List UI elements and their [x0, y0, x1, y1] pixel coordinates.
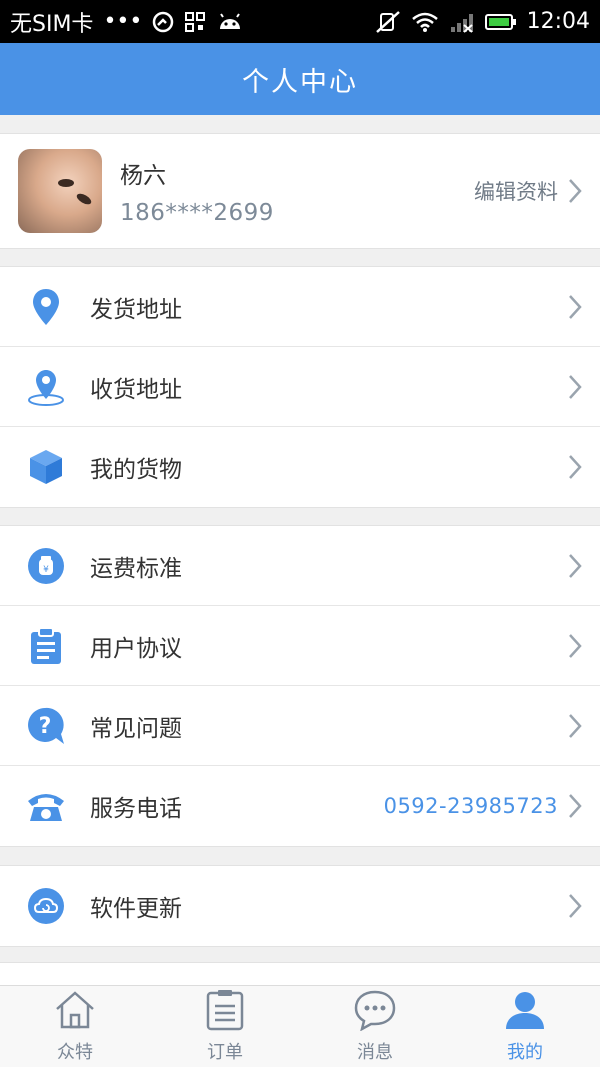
location-pin-icon [24, 285, 68, 329]
profile-name: 杨六 [120, 163, 166, 189]
menu-item-label: 收货地址 [90, 376, 182, 403]
telephone-icon [24, 784, 68, 828]
question-icon: ? [24, 704, 68, 748]
chevron-right-icon [568, 374, 582, 400]
profile-card[interactable]: 杨六 186****2699 编辑资料 [0, 133, 600, 249]
tab-label: 消息 [357, 1042, 393, 1063]
menu-group-update: 软件更新 [0, 865, 600, 947]
menu-item-service-phone[interactable]: 服务电话 0592-23985723 [0, 766, 600, 846]
menu-item-label: 常见问题 [90, 715, 182, 742]
signal-icon [449, 11, 475, 33]
list-icon [205, 989, 245, 1036]
chevron-right-icon [568, 553, 582, 579]
page-header: 个人中心 [0, 43, 600, 115]
menu-item-software-update[interactable]: 软件更新 [0, 866, 600, 946]
battery-icon [484, 12, 517, 32]
edit-profile-label: 编辑资料 [474, 180, 558, 204]
menu-item-label: 用户协议 [90, 635, 182, 662]
qr-code-icon [184, 11, 206, 33]
menu-item-my-goods[interactable]: 我的货物 [0, 427, 600, 507]
menu-item-label: 发货地址 [90, 296, 182, 323]
menu-item-send-address[interactable]: 发货地址 [0, 267, 600, 347]
chevron-right-icon [568, 893, 582, 919]
tab-mine[interactable]: 我的 [450, 986, 600, 1067]
menu-item-label: 软件更新 [90, 896, 182, 922]
tab-home[interactable]: 众特 [0, 986, 150, 1067]
tab-orders[interactable]: 订单 [150, 986, 300, 1067]
profile-phone: 186****2699 [120, 200, 274, 226]
tab-messages[interactable]: 消息 [300, 986, 450, 1067]
cube-icon [24, 445, 68, 489]
chevron-right-icon [568, 294, 582, 320]
status-bar: 无SIM卡 ••• 12:04 [0, 0, 600, 43]
chevron-right-icon [568, 178, 582, 204]
tab-label: 订单 [207, 1042, 243, 1063]
svg-text:?: ? [39, 714, 52, 739]
home-icon [53, 989, 97, 1036]
avatar[interactable] [18, 149, 102, 233]
service-phone-number[interactable]: 0592-23985723 [384, 794, 558, 818]
clipboard-icon [24, 624, 68, 668]
android-icon [216, 11, 244, 33]
location-target-icon [24, 365, 68, 409]
tab-label: 众特 [57, 1042, 93, 1063]
edit-profile-button[interactable]: 编辑资料 [474, 176, 582, 206]
menu-item-label: 服务电话 [90, 796, 182, 822]
menu-item-label: 运费标准 [90, 555, 182, 582]
menu-group-info: ¥ 运费标准 用户协议 ? 常见问题 服务电话 0592-23985723 [0, 525, 600, 847]
chevron-right-icon [568, 633, 582, 659]
bottom-tab-bar: 众特 订单 消息 我的 [0, 985, 600, 1067]
menu-item-receive-address[interactable]: 收货地址 [0, 347, 600, 427]
menu-item-label: 我的货物 [90, 457, 182, 483]
clock-text: 12:04 [526, 9, 590, 34]
sync-icon [152, 11, 174, 33]
chevron-right-icon [568, 713, 582, 739]
mute-icon [375, 10, 401, 34]
chevron-right-icon [568, 454, 582, 480]
page-title: 个人中心 [242, 66, 358, 98]
menu-group-addresses: 发货地址 收货地址 我的货物 [0, 266, 600, 508]
menu-item-freight-standard[interactable]: ¥ 运费标准 [0, 526, 600, 606]
cloud-update-icon [24, 884, 68, 928]
carrier-text: 无SIM卡 [10, 11, 94, 37]
svg-text:¥: ¥ [43, 565, 49, 575]
wifi-icon [411, 11, 439, 33]
dots-text: ••• [103, 9, 143, 34]
money-bag-icon: ¥ [24, 544, 68, 588]
user-icon [503, 989, 547, 1036]
menu-item-user-agreement[interactable]: 用户协议 [0, 606, 600, 686]
tab-label: 我的 [507, 1042, 543, 1063]
chevron-right-icon [568, 793, 582, 819]
chat-icon [353, 989, 397, 1036]
menu-item-faq[interactable]: ? 常见问题 [0, 686, 600, 766]
